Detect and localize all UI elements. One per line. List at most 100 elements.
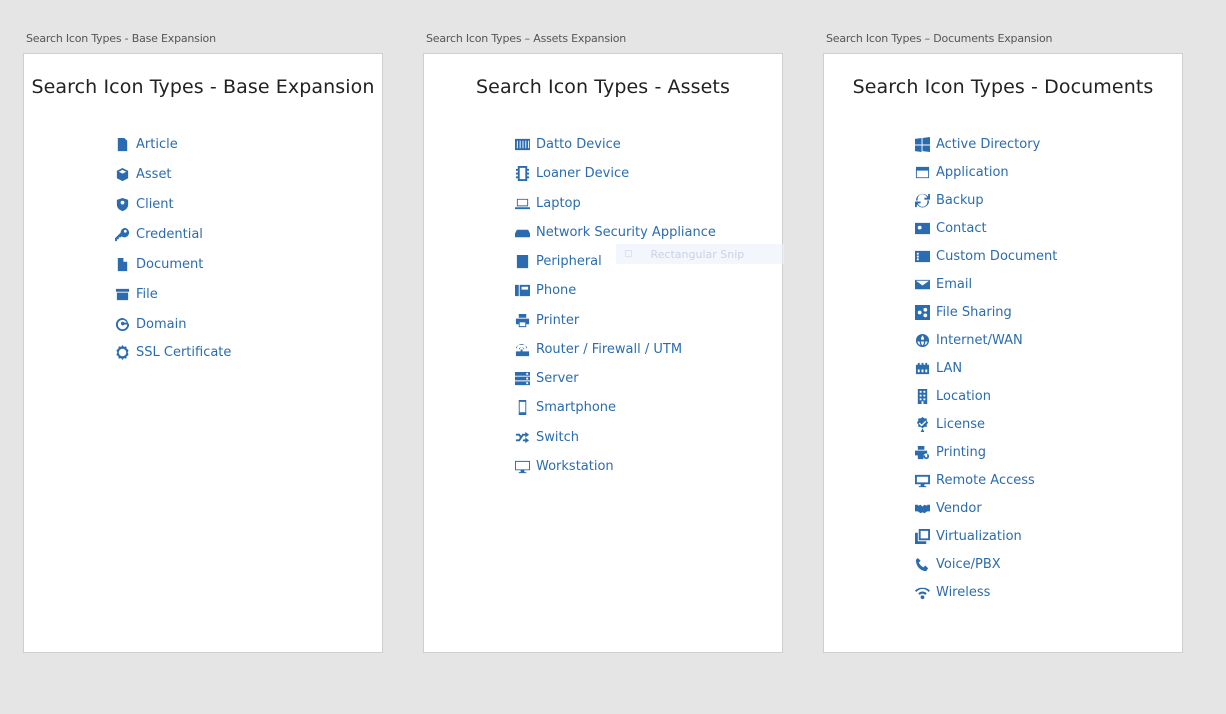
remote-access-icon [914, 472, 930, 488]
icon-type-lan[interactable]: LAN [914, 360, 962, 376]
workstation-icon [514, 458, 530, 474]
active-directory-icon [914, 136, 930, 152]
card-base-expansion: Search Icon Types - Base Expansion Artic… [23, 53, 383, 653]
icon-type-article[interactable]: Article [114, 136, 178, 152]
credential-icon [114, 226, 130, 242]
license-icon [914, 416, 930, 432]
icon-type-client[interactable]: Client [114, 196, 174, 212]
file-sharing-icon [914, 304, 930, 320]
icon-type-router[interactable]: Router / Firewall / UTM [514, 341, 682, 357]
icon-type-server[interactable]: Server [514, 370, 579, 386]
artboard-label-documents: Search Icon Types – Documents Expansion [826, 32, 1053, 45]
icon-type-document[interactable]: Document [114, 256, 203, 272]
icon-type-voice-pbx[interactable]: Voice/PBX [914, 556, 1001, 572]
icon-type-asset[interactable]: Asset [114, 166, 172, 182]
icon-type-email[interactable]: Email [914, 276, 972, 292]
icon-type-label: Article [136, 136, 178, 152]
icon-type-phone[interactable]: Phone [514, 282, 576, 298]
application-icon [914, 164, 930, 180]
icon-type-contact[interactable]: Contact [914, 220, 987, 236]
icon-type-internet-wan[interactable]: Internet/WAN [914, 332, 1023, 348]
backup-icon [914, 192, 930, 208]
artboard-label-assets: Search Icon Types – Assets Expansion [426, 32, 627, 45]
card-title: Search Icon Types - Base Expansion [31, 76, 375, 98]
icon-type-printer[interactable]: Printer [514, 312, 579, 328]
loaner-device-icon [514, 165, 530, 181]
icon-type-label: Server [536, 370, 579, 386]
smartphone-icon [514, 399, 530, 415]
icon-type-custom-document[interactable]: Custom Document [914, 248, 1057, 264]
icon-type-switch[interactable]: Switch [514, 429, 579, 445]
icon-type-remote-access[interactable]: Remote Access [914, 472, 1035, 488]
icon-type-file[interactable]: File [114, 286, 158, 302]
server-icon [514, 370, 530, 386]
icon-type-wireless[interactable]: Wireless [914, 584, 990, 600]
card-assets-expansion: Search Icon Types - Assets Datto Device L… [423, 53, 784, 653]
email-icon [914, 276, 930, 292]
switch-icon [514, 429, 530, 445]
wireless-icon [914, 584, 930, 600]
icon-type-label: Active Directory [936, 136, 1041, 152]
printing-icon [914, 444, 930, 460]
datto-device-icon [514, 136, 530, 152]
peripheral-icon [514, 253, 530, 269]
icon-type-backup[interactable]: Backup [914, 192, 984, 208]
icon-type-label: Laptop [536, 195, 581, 211]
icon-type-label: Voice/PBX [936, 556, 1001, 572]
lan-icon [914, 360, 930, 376]
icon-type-virtualization[interactable]: Virtualization [914, 528, 1022, 544]
contact-icon [914, 220, 930, 236]
icon-type-label: Workstation [536, 458, 614, 474]
icon-type-datto-device[interactable]: Datto Device [514, 136, 621, 152]
ssl-certificate-icon [114, 344, 130, 360]
icon-type-ssl-certificate[interactable]: SSL Certificate [114, 344, 231, 360]
icon-type-label: Datto Device [536, 136, 621, 152]
icon-type-workstation[interactable]: Workstation [514, 458, 614, 474]
article-icon [114, 136, 130, 152]
icon-type-label: Custom Document [936, 248, 1058, 264]
icon-type-label: Document [136, 256, 204, 272]
icon-type-application[interactable]: Application [914, 164, 1009, 180]
icon-type-label: Client [136, 196, 174, 212]
document-icon [114, 256, 130, 272]
vendor-icon [914, 500, 930, 516]
snip-icon: ▢ [624, 249, 633, 259]
custom-document-icon [914, 248, 930, 264]
icon-type-label: Vendor [936, 500, 982, 516]
icon-type-label: Backup [936, 192, 984, 208]
voice-pbx-icon [914, 556, 930, 572]
card-title: Search Icon Types - Assets [476, 76, 730, 98]
artboard-label-base: Search Icon Types - Base Expansion [26, 32, 216, 45]
internet-wan-icon [914, 332, 930, 348]
icon-type-location[interactable]: Location [914, 388, 991, 404]
icon-type-label: Email [936, 276, 973, 292]
icon-type-loaner-device[interactable]: Loaner Device [514, 165, 629, 181]
icon-type-label: Smartphone [536, 399, 617, 415]
icon-type-label: Loaner Device [536, 165, 630, 181]
icon-type-peripheral[interactable]: Peripheral [514, 253, 602, 269]
icon-type-network-security-appliance[interactable]: Network Security Appliance [514, 224, 716, 240]
file-icon [114, 286, 130, 302]
icon-type-label: File Sharing [936, 304, 1012, 320]
printer-icon [514, 312, 530, 328]
icon-type-label: Domain [136, 316, 187, 332]
card-title: Search Icon Types - Documents [852, 76, 1154, 98]
icon-type-printing[interactable]: Printing [914, 444, 986, 460]
icon-type-credential[interactable]: Credential [114, 226, 203, 242]
router-icon [514, 341, 530, 357]
icon-type-license[interactable]: License [914, 416, 985, 432]
icon-type-label: Application [936, 164, 1009, 180]
card-documents-expansion: Search Icon Types - Documents Active Dir… [823, 53, 1183, 653]
icon-type-file-sharing[interactable]: File Sharing [914, 304, 1012, 320]
icon-type-laptop[interactable]: Laptop [514, 195, 581, 211]
icon-type-label: Network Security Appliance [536, 224, 716, 240]
virtualization-icon [914, 528, 930, 544]
icon-type-label: Peripheral [536, 253, 602, 269]
icon-type-vendor[interactable]: Vendor [914, 500, 982, 516]
icon-type-label: Switch [536, 429, 579, 445]
icon-type-label: Printing [936, 444, 987, 460]
icon-type-active-directory[interactable]: Active Directory [914, 136, 1040, 152]
snip-tooltip-ghost: ▢ Rectangular Snip [616, 244, 784, 264]
icon-type-domain[interactable]: Domain [114, 316, 186, 332]
icon-type-smartphone[interactable]: Smartphone [514, 399, 616, 415]
